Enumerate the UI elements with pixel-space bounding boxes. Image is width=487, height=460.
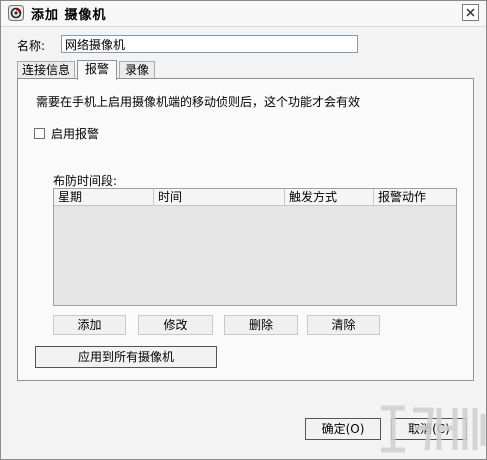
edit-button[interactable]: 修改 — [138, 315, 213, 335]
site-watermark-logo — [381, 405, 486, 453]
alarm-notice-text: 需要在手机上启用摄像机端的移动侦则后，这个功能才会有效 — [36, 95, 361, 109]
tab-connection-info[interactable]: 连接信息 — [17, 61, 75, 79]
close-button[interactable] — [462, 4, 479, 21]
alarm-tab-panel: 需要在手机上启用摄像机端的移动侦则后，这个功能才会有效 启用报警 布防时间段: … — [17, 78, 474, 381]
delete-button[interactable]: 删除 — [224, 315, 298, 335]
window-title: 添加 摄像机 — [31, 8, 107, 23]
add-camera-dialog: 添加 摄像机 名称: 连接信息 报警 录像 需要在手机上启用摄像机端的移动侦则后… — [0, 0, 487, 460]
column-header-trigger[interactable]: 触发方式 — [285, 189, 374, 205]
schedule-table[interactable]: 星期 时间 触发方式 报警动作 — [53, 188, 457, 306]
clear-button[interactable]: 清除 — [307, 315, 380, 335]
enable-alarm-row[interactable]: 启用报警 — [34, 125, 99, 142]
name-label: 名称: — [17, 39, 46, 53]
column-header-time[interactable]: 时间 — [154, 189, 285, 205]
camera-app-icon — [8, 5, 24, 21]
close-icon — [466, 8, 475, 17]
camera-name-input[interactable] — [61, 35, 358, 53]
add-button[interactable]: 添加 — [53, 315, 126, 335]
schedule-label: 布防时间段: — [53, 174, 118, 188]
ok-button[interactable]: 确定(O) — [305, 418, 381, 440]
column-header-weekday[interactable]: 星期 — [54, 189, 154, 205]
schedule-table-header: 星期 时间 触发方式 报警动作 — [54, 189, 456, 206]
title-bar[interactable]: 添加 摄像机 — [1, 1, 486, 27]
column-header-action[interactable]: 报警动作 — [374, 189, 456, 205]
tab-recording[interactable]: 录像 — [119, 61, 155, 79]
tab-alarm[interactable]: 报警 — [77, 60, 117, 80]
enable-alarm-checkbox[interactable] — [34, 128, 45, 139]
enable-alarm-label[interactable]: 启用报警 — [51, 125, 99, 142]
apply-to-all-cameras-button[interactable]: 应用到所有摄像机 — [35, 346, 217, 368]
